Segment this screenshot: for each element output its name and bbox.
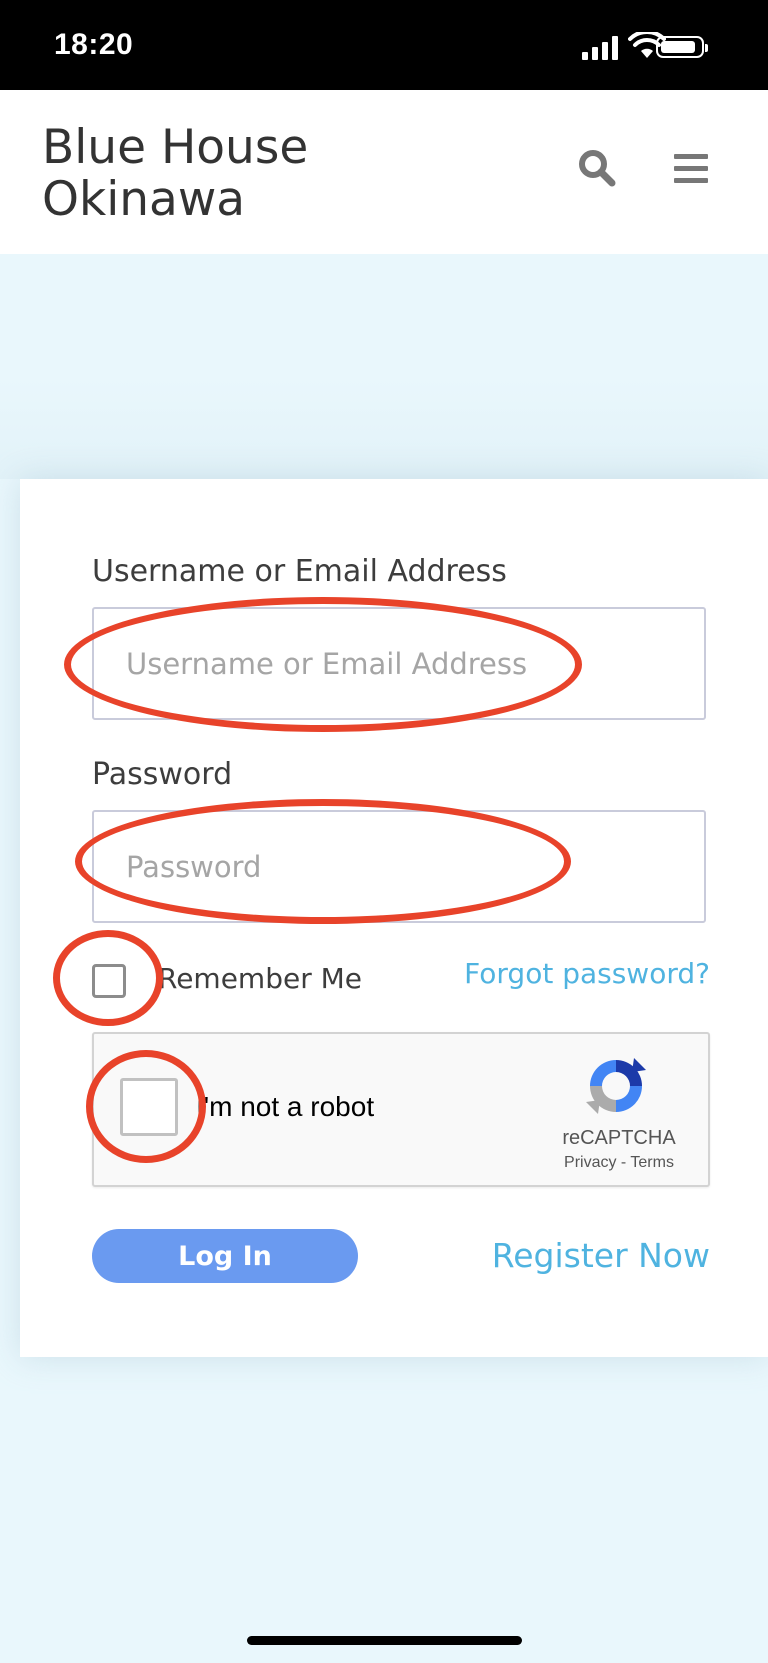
recaptcha-label: I'm not a robot [196,1091,375,1122]
forgot-password-link[interactable]: Forgot password? [464,957,710,990]
recaptcha-privacy-link[interactable]: Privacy [564,1154,616,1171]
status-time: 18:20 [54,28,134,61]
recaptcha-separator: - [620,1154,627,1171]
register-now-link[interactable]: Register Now [492,1236,710,1275]
home-indicator [247,1636,522,1645]
site-title-line1: Blue House [42,120,309,175]
login-card: Username or Email Address Password Remem… [20,479,768,1357]
remember-me-checkbox[interactable] [92,964,126,998]
recaptcha-widget: I'm not a robot reCAPTCHA Privacy - Term… [92,1032,710,1187]
signal-icon [582,36,622,60]
site-title[interactable]: Blue House Okinawa [42,122,402,226]
search-icon[interactable] [577,148,617,188]
site-header: Blue House Okinawa [0,90,768,254]
recaptcha-links: Privacy - Terms [534,1154,704,1172]
username-label: Username or Email Address [92,554,507,589]
hamburger-menu-icon[interactable] [674,154,708,184]
username-input[interactable] [92,607,706,720]
status-bar: 18:20 [0,0,768,90]
site-title-line2: Okinawa [42,172,246,227]
login-button[interactable]: Log In [92,1229,358,1283]
battery-icon [656,36,708,58]
password-label: Password [92,757,233,792]
remember-me-label[interactable]: Remember Me [158,962,362,995]
hero-band [0,254,768,479]
recaptcha-logo-icon [586,1058,646,1114]
password-input[interactable] [92,810,706,923]
recaptcha-checkbox[interactable] [120,1078,178,1136]
recaptcha-terms-link[interactable]: Terms [630,1154,674,1171]
recaptcha-brand: reCAPTCHA [562,1127,676,1149]
